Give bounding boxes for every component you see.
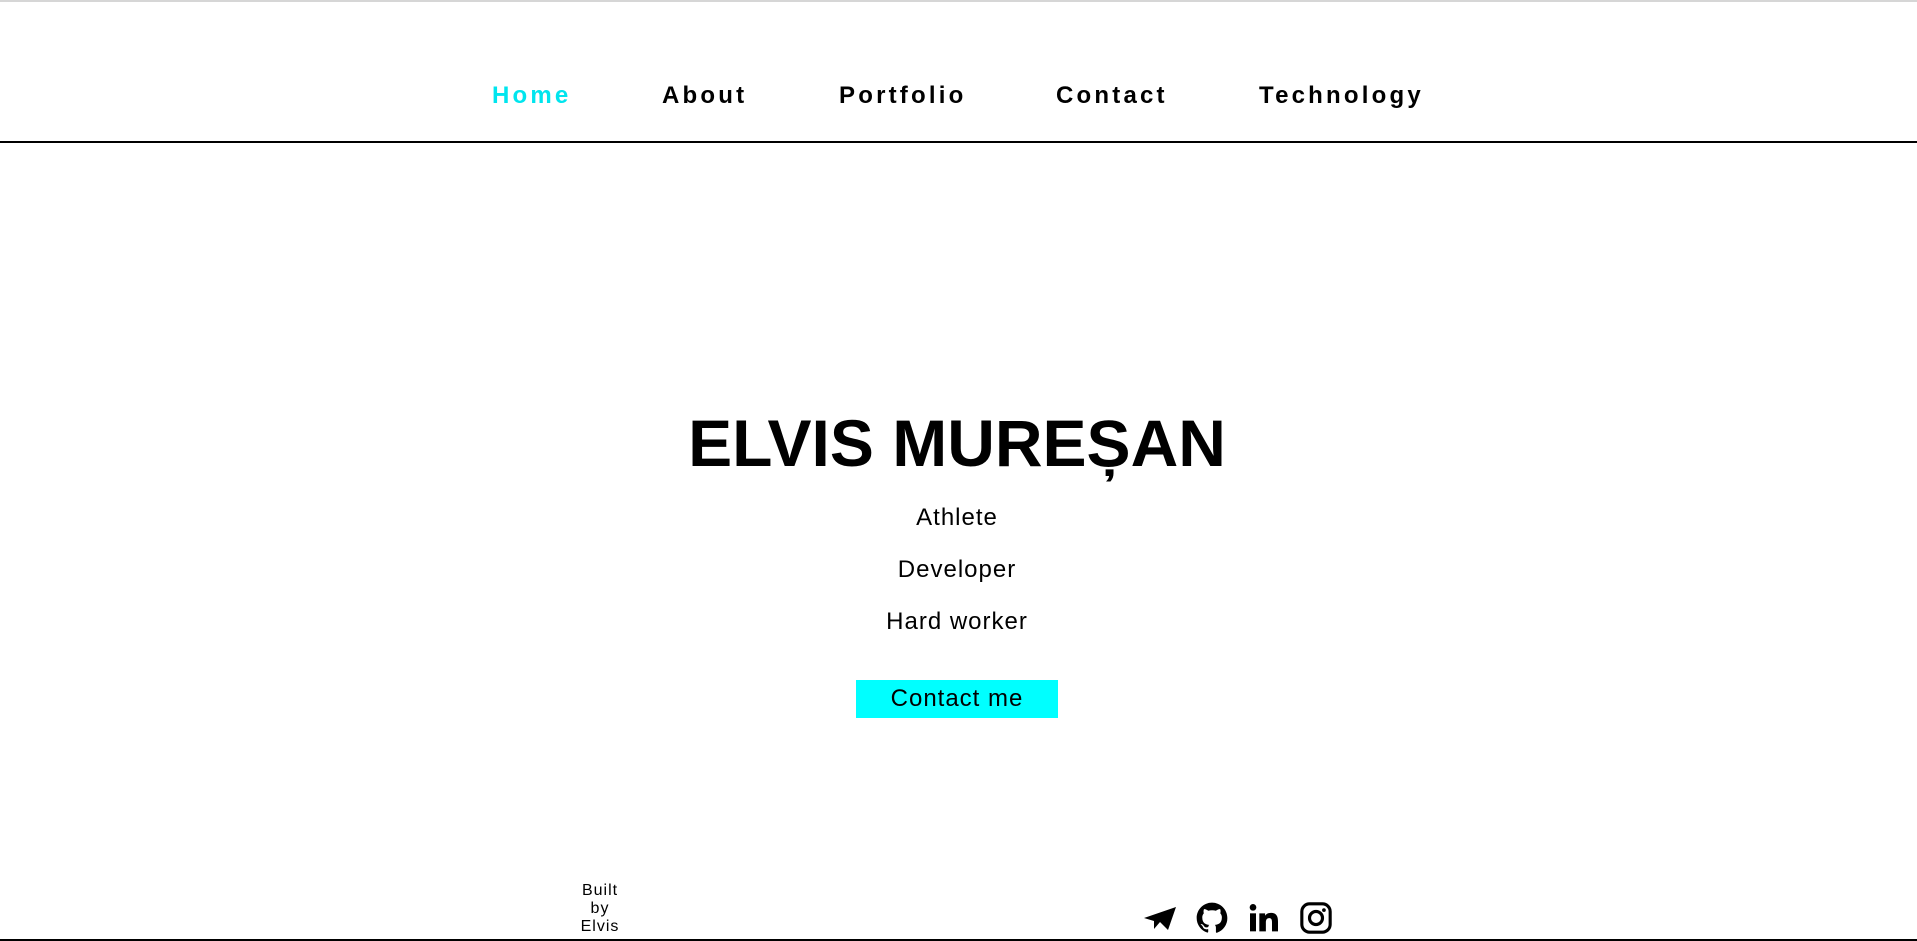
footer-credit-line: Elvis [580, 918, 620, 935]
role-hard-worker: Hard worker [886, 608, 1028, 635]
contact-me-button[interactable]: Contact me [856, 680, 1058, 718]
nav-link-technology[interactable]: Technology [1259, 82, 1424, 110]
telegram-icon[interactable] [1142, 900, 1178, 936]
footer-credit-line: by [590, 900, 610, 917]
github-icon[interactable] [1194, 900, 1230, 936]
nav-link-contact[interactable]: Contact [1056, 82, 1168, 110]
linkedin-icon[interactable] [1246, 900, 1282, 936]
footer-credit-line: Built [581, 882, 619, 899]
hero-name: ELVIS MUREȘAN [688, 406, 1226, 480]
instagram-icon[interactable] [1298, 900, 1334, 936]
main-nav: Home About Portfolio Contact Technology [0, 0, 1917, 143]
page: Home About Portfolio Contact Technology … [0, 0, 1917, 941]
role-athlete: Athlete [916, 504, 998, 531]
nav-link-portfolio[interactable]: Portfolio [839, 82, 966, 110]
footer-credit: Built by Elvis [572, 882, 628, 936]
nav-link-about[interactable]: About [662, 82, 747, 110]
role-developer: Developer [897, 556, 1017, 583]
nav-link-home[interactable]: Home [492, 82, 571, 110]
